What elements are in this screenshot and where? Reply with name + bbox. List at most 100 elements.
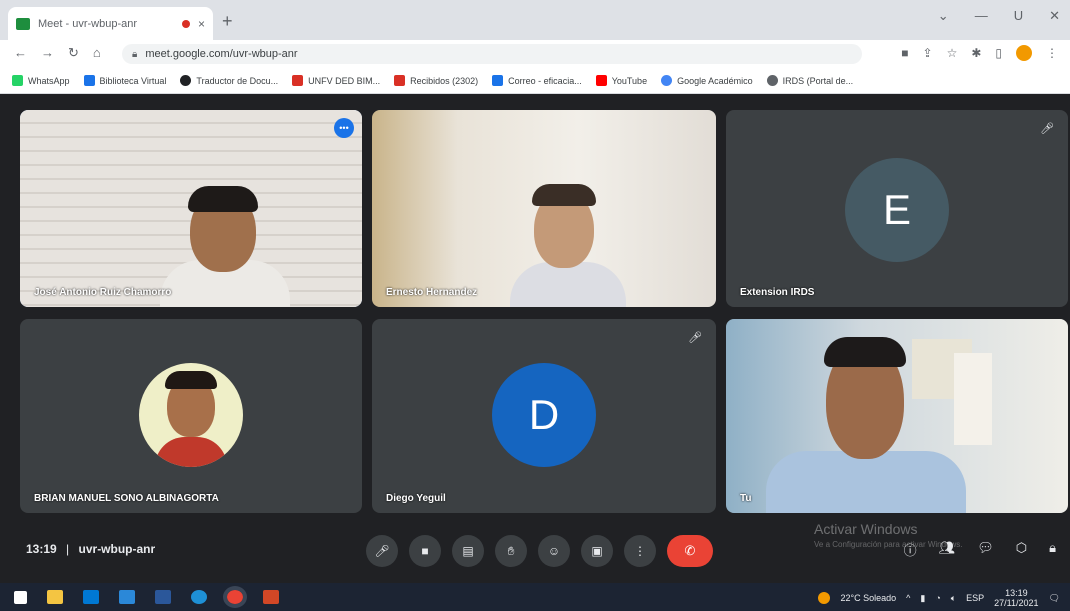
file-explorer-icon[interactable] — [47, 590, 63, 604]
end-call-button[interactable]: ✆ — [667, 535, 713, 567]
participant-name: Ernesto Hernandez — [386, 287, 478, 298]
star-icon[interactable]: ☆ — [947, 46, 958, 60]
participant-tile[interactable]: Ernesto Hernandez — [372, 110, 716, 307]
tab-title: Meet - uvr-wbup-anr — [38, 17, 138, 30]
browser-tab[interactable]: Meet - uvr-wbup-anr × — [8, 7, 213, 40]
chrome-icon[interactable] — [223, 586, 247, 608]
participant-name: Diego Yeguil — [386, 493, 446, 504]
maximize-button[interactable]: U — [1014, 8, 1023, 24]
bookmark-item[interactable]: IRDS (Portal de... — [766, 75, 854, 86]
more-options-button[interactable]: ⋮ — [624, 535, 656, 567]
volume-icon[interactable]: 🔈︎ — [951, 593, 956, 604]
participant-tile[interactable]: Tu — [726, 319, 1068, 513]
captions-button[interactable]: ▤ — [452, 535, 484, 567]
share-icon[interactable]: ⇪ — [923, 46, 933, 60]
camera-button[interactable]: ■ — [409, 535, 441, 567]
bookmark-label: Biblioteca Virtual — [99, 75, 167, 86]
browser-tab-bar: Meet - uvr-wbup-anr × + ⌄ — U ✕ — [0, 0, 1070, 40]
back-icon[interactable]: ← — [14, 45, 27, 61]
home-icon[interactable]: ⌂ — [93, 45, 101, 61]
weather-sun-icon — [818, 592, 831, 604]
bookmark-label: Traductor de Docu... — [196, 75, 279, 86]
call-controls: 🎤︎ ■ ▤ ✋︎ ☺ ▣ ⋮ ✆ — [366, 535, 713, 567]
muted-mic-icon: 🎤︎ — [1040, 123, 1054, 135]
participant-name: Extension IRDS — [740, 287, 815, 298]
scholar-icon — [661, 75, 673, 86]
forward-icon[interactable]: → — [41, 45, 54, 61]
extensions-icon[interactable]: ✱ — [971, 46, 981, 60]
lock-icon: 🔒︎ — [132, 48, 138, 60]
meeting-time: 13:19 — [26, 542, 57, 556]
clock-time: 13:19 — [1005, 588, 1028, 598]
participant-tile[interactable]: BRIAN MANUEL SONO ALBINAGORTA — [20, 319, 362, 513]
language-indicator[interactable]: ESP — [966, 593, 984, 603]
extensions-area: ■ ⇪ ☆ ✱ ▯ ⋮ — [901, 45, 1058, 61]
minimize-button[interactable]: — — [975, 8, 988, 24]
reload-icon[interactable]: ↻ — [68, 45, 79, 61]
sidebar-icon[interactable]: ▯ — [995, 46, 1002, 60]
bookmark-item[interactable]: WhatsApp — [12, 75, 70, 86]
participant-name: BRIAN MANUEL SONO ALBINAGORTA — [34, 493, 219, 504]
bookmark-icon — [292, 75, 304, 86]
bookmark-item[interactable]: Recibidos (2302) — [394, 75, 478, 86]
bookmark-item[interactable]: Traductor de Docu... — [180, 75, 278, 86]
recording-dot-icon — [181, 19, 190, 28]
gmail-icon — [394, 75, 406, 86]
host-controls-icon[interactable]: 🔒︎ — [1049, 540, 1056, 559]
bookmark-label: YouTube — [611, 75, 648, 86]
bookmark-label: Google Académico — [677, 75, 753, 86]
new-tab-button[interactable]: + — [222, 11, 233, 32]
speaking-indicator-icon: ••• — [334, 118, 354, 138]
tab-close-icon[interactable]: × — [198, 17, 205, 31]
window-controls: ⌄ — U ✕ — [938, 8, 1060, 24]
bookmarks-bar: WhatsApp Biblioteca Virtual Traductor de… — [0, 68, 1070, 94]
bookmark-item[interactable]: Biblioteca Virtual — [83, 75, 167, 86]
taskbar-apps — [0, 586, 279, 608]
bookmark-item[interactable]: Correo - eficacia... — [492, 75, 582, 86]
bookmark-item[interactable]: Google Académico — [661, 75, 753, 86]
profile-avatar[interactable] — [1016, 45, 1032, 61]
weather-text[interactable]: 22°C Soleado — [840, 593, 896, 603]
outlook-icon[interactable] — [83, 590, 99, 604]
tab-search-icon[interactable]: ⌄ — [938, 8, 949, 24]
participant-name: José Antonio Ruiz Chamorro — [34, 287, 172, 298]
globe-icon — [766, 75, 778, 86]
close-window-button[interactable]: ✕ — [1049, 8, 1060, 24]
participant-video — [150, 186, 300, 307]
powerpoint-icon[interactable] — [263, 590, 279, 604]
emoji-button[interactable]: ☺ — [538, 535, 570, 567]
mail-icon[interactable] — [119, 590, 135, 604]
battery-icon[interactable]: ▮ — [920, 593, 925, 604]
participant-tile[interactable]: ••• José Antonio Ruiz Chamorro — [20, 110, 362, 307]
participant-video — [502, 182, 632, 307]
notifications-icon[interactable]: 🗨︎ — [1049, 593, 1060, 604]
network-icon[interactable]: ◔ — [935, 593, 940, 603]
avatar-initial: E — [882, 186, 911, 233]
muted-mic-icon: 🎤︎ — [688, 332, 702, 344]
participant-tile[interactable]: 🎤︎ E Extension IRDS — [726, 110, 1068, 307]
omnibox[interactable]: 🔒︎ meet.google.com/uvr-wbup-anr — [122, 44, 862, 64]
bookmark-item[interactable]: YouTube — [595, 75, 648, 86]
microphone-button[interactable]: 🎤︎ — [366, 535, 398, 567]
activities-icon[interactable]: ⬡ — [1016, 540, 1027, 559]
camera-icon[interactable]: ■ — [901, 46, 908, 60]
present-button[interactable]: ▣ — [581, 535, 613, 567]
raise-hand-button[interactable]: ✋︎ — [495, 535, 527, 567]
menu-icon[interactable]: ⋮ — [1046, 46, 1058, 60]
bookmark-label: IRDS (Portal de... — [782, 75, 854, 86]
participant-avatar: E — [845, 158, 949, 262]
start-icon[interactable] — [14, 590, 27, 604]
bookmark-icon — [180, 75, 192, 86]
clock[interactable]: 13:19 27/11/2021 — [994, 588, 1038, 608]
bookmark-item[interactable]: UNFV DED BIM... — [292, 75, 380, 86]
bookmark-label: Correo - eficacia... — [508, 75, 582, 86]
address-bar-row: ← → ↻ ⌂ 🔒︎ meet.google.com/uvr-wbup-anr … — [0, 40, 1070, 68]
participant-tile[interactable]: 🎤︎ D Diego Yeguil — [372, 319, 716, 513]
activate-windows-subtitle: Ve a Configuración para activar Windows. — [814, 540, 963, 549]
clock-date: 27/11/2021 — [994, 598, 1039, 608]
tray-chevron-icon[interactable]: ^ — [906, 593, 910, 603]
bookmark-label: WhatsApp — [28, 75, 70, 86]
word-icon[interactable] — [155, 590, 171, 604]
edge-icon[interactable] — [191, 590, 207, 604]
chat-icon[interactable]: 💬︎ — [977, 540, 994, 559]
